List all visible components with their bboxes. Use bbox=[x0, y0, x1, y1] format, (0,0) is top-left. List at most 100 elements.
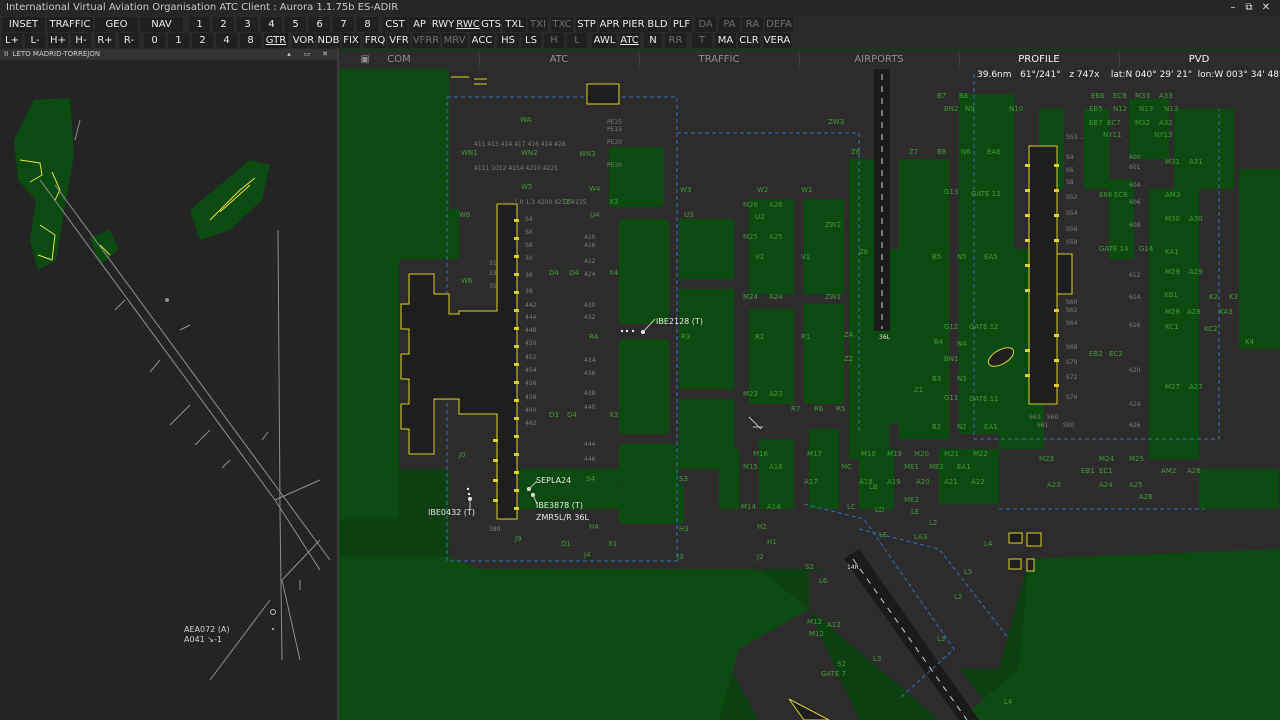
tb1-rwy[interactable]: RWY bbox=[431, 17, 455, 32]
tb2-2[interactable]: 2 bbox=[192, 33, 213, 48]
tb1-preset-8[interactable]: 8 bbox=[357, 17, 378, 32]
svg-text:EB7: EB7 bbox=[1089, 119, 1103, 127]
tb2-fix[interactable]: FIX bbox=[342, 33, 360, 48]
tb2-t[interactable]: T bbox=[692, 33, 712, 48]
tab-com[interactable]: COM bbox=[379, 51, 419, 69]
tb1-preset-2[interactable]: 2 bbox=[213, 17, 234, 32]
tb1-txi[interactable]: TXI bbox=[528, 17, 548, 32]
tab-atc[interactable]: ATC bbox=[519, 51, 599, 69]
svg-text:411 413 414 417 416 414 428: 411 413 414 417 416 414 428 bbox=[474, 141, 566, 148]
svg-text:M18: M18 bbox=[861, 450, 876, 458]
tb2-n[interactable]: N bbox=[644, 33, 662, 48]
tb1-plf[interactable]: PLF bbox=[671, 17, 692, 32]
tb1-ap[interactable]: AP bbox=[409, 17, 430, 32]
tb2-vfr[interactable]: VFR bbox=[388, 33, 410, 48]
tb2-atc[interactable]: ATC bbox=[619, 33, 640, 48]
inset-traffic-tag-line1[interactable]: AEA072 (A) bbox=[184, 625, 230, 634]
tb1-preset-7[interactable]: 7 bbox=[333, 17, 354, 32]
tb1-txc[interactable]: TXC bbox=[551, 17, 573, 32]
tb1-pa[interactable]: PA bbox=[719, 17, 740, 32]
tb2-4[interactable]: 4 bbox=[216, 33, 237, 48]
svg-text:KC2: KC2 bbox=[1204, 325, 1218, 333]
inset-window[interactable]: II LETO MADRID-TORREJON ▴ ▭ ✕ AEA072 (A)… bbox=[0, 49, 339, 720]
tb1-inset[interactable]: INSET bbox=[2, 17, 45, 32]
tb1-preset-3[interactable]: 3 bbox=[237, 17, 258, 32]
tb2-mrv[interactable]: MRV bbox=[442, 33, 467, 48]
tb1-nav[interactable]: NAV bbox=[140, 17, 183, 32]
tb2-ls[interactable]: LS bbox=[521, 33, 541, 48]
tb2-r-plus[interactable]: R+ bbox=[95, 33, 115, 48]
tb2-gtr[interactable]: GTR bbox=[264, 33, 288, 48]
traffic-tag-ibe0432[interactable]: IBE0432 (T) bbox=[428, 508, 475, 517]
tb2-0[interactable]: 0 bbox=[144, 33, 165, 48]
tb1-pier[interactable]: PIER bbox=[621, 17, 646, 32]
collapse-icon[interactable]: ▴ bbox=[282, 49, 296, 60]
svg-text:PE15: PE15 bbox=[607, 126, 622, 133]
restore-icon[interactable]: ⧉ bbox=[1240, 0, 1258, 16]
tab-traffic[interactable]: TRAFFIC bbox=[679, 51, 759, 69]
tb2-vfrr[interactable]: VFRR bbox=[412, 33, 440, 48]
tb1-preset-4[interactable]: 4 bbox=[261, 17, 282, 32]
tb2-awl[interactable]: AWL bbox=[592, 33, 617, 48]
tb1-cst[interactable]: CST bbox=[383, 17, 407, 32]
svg-text:30: 30 bbox=[525, 255, 533, 262]
tb1-preset-5[interactable]: 5 bbox=[285, 17, 306, 32]
tb1-ra[interactable]: RA bbox=[742, 17, 763, 32]
tb1-preset-6[interactable]: 6 bbox=[309, 17, 330, 32]
tab-airports[interactable]: AIRPORTS bbox=[839, 51, 919, 69]
tb2-1[interactable]: 1 bbox=[168, 33, 189, 48]
svg-text:444: 444 bbox=[584, 441, 596, 448]
tb2-l-minus[interactable]: L- bbox=[25, 33, 45, 48]
svg-text:462: 462 bbox=[525, 420, 537, 427]
tb1-traffic[interactable]: TRAFFIC bbox=[47, 17, 93, 32]
tb2-ndb[interactable]: NDB bbox=[317, 33, 340, 48]
tb2-l[interactable]: L bbox=[567, 33, 587, 48]
tb1-bld[interactable]: BLD bbox=[647, 17, 668, 32]
radar-map[interactable]: 36L 14R WA WN1 WN2 WN3 W5 W4 W6 W6 D5 D4 D4 D3 D4 … bbox=[339, 49, 1280, 720]
chat-icon[interactable]: ▣ bbox=[355, 51, 375, 69]
tb1-txl[interactable]: TXL bbox=[503, 17, 526, 32]
tb1-stp[interactable]: STP bbox=[576, 17, 597, 32]
tb2-8[interactable]: 8 bbox=[240, 33, 261, 48]
maximize-icon[interactable]: ▭ bbox=[300, 49, 314, 60]
tb2-rr[interactable]: RR bbox=[665, 33, 686, 48]
airport-map-svg[interactable]: 36L 14R WAWN1 WN2 WN3 W5 W4W6W6 D5D4 D4D3 D4 … bbox=[339, 49, 1280, 720]
tb1-preset-1[interactable]: 1 bbox=[189, 17, 210, 32]
tb1-rwc[interactable]: RWC bbox=[456, 17, 480, 32]
traffic-tag-ibe3878[interactable]: IBE3878 (T) bbox=[536, 501, 583, 510]
tab-profile[interactable]: PROFILE bbox=[999, 51, 1079, 69]
tb2-acc[interactable]: ACC bbox=[470, 33, 494, 48]
tb1-defa[interactable]: DEFA bbox=[765, 17, 793, 32]
tb2-hs[interactable]: HS bbox=[497, 33, 519, 48]
tb2-h[interactable]: H bbox=[544, 33, 564, 48]
tb2-clr[interactable]: CLR bbox=[738, 33, 760, 48]
traffic-tag-ibe2128[interactable]: IBE2128 (T) bbox=[656, 317, 703, 326]
pin-icon[interactable]: II bbox=[4, 50, 8, 58]
traffic-tag-sepla24[interactable]: SEPLA24 bbox=[536, 476, 571, 485]
tb1-apr[interactable]: APR bbox=[599, 17, 620, 32]
tb1-da[interactable]: DA bbox=[695, 17, 716, 32]
inset-traffic-tag-line2[interactable]: A041 ↘-1 bbox=[184, 635, 222, 644]
tb2-ma[interactable]: MA bbox=[715, 33, 736, 48]
svg-text:N13: N13 bbox=[1139, 105, 1153, 113]
tb1-geo[interactable]: GEO bbox=[95, 17, 138, 32]
inset-close-icon[interactable]: ✕ bbox=[318, 49, 332, 60]
inset-header[interactable]: II LETO MADRID-TORREJON ▴ ▭ ✕ bbox=[0, 49, 337, 60]
tb2-h-plus[interactable]: H+ bbox=[48, 33, 68, 48]
tb1-gts[interactable]: GTS bbox=[481, 17, 501, 32]
close-icon[interactable]: ✕ bbox=[1257, 0, 1275, 16]
svg-text:ZW2: ZW2 bbox=[825, 221, 841, 229]
svg-text:438: 438 bbox=[584, 390, 596, 397]
tb2-l-plus[interactable]: L+ bbox=[2, 33, 22, 48]
traffic-tag-ibe3878-route[interactable]: ZMR5L/R 36L bbox=[536, 513, 589, 522]
tab-pvd[interactable]: PVD bbox=[1159, 51, 1239, 69]
tb2-frq[interactable]: FRQ bbox=[364, 33, 386, 48]
svg-text:M15: M15 bbox=[743, 463, 758, 471]
svg-text:X3: X3 bbox=[609, 411, 618, 419]
tb2-vor[interactable]: VOR bbox=[292, 33, 315, 48]
svg-text:606: 606 bbox=[1129, 199, 1141, 206]
tb2-r-minus[interactable]: R- bbox=[119, 33, 139, 48]
inset-map[interactable] bbox=[0, 60, 337, 720]
tb2-vera[interactable]: VERA bbox=[763, 33, 791, 48]
tb2-h-minus[interactable]: H- bbox=[71, 33, 91, 48]
